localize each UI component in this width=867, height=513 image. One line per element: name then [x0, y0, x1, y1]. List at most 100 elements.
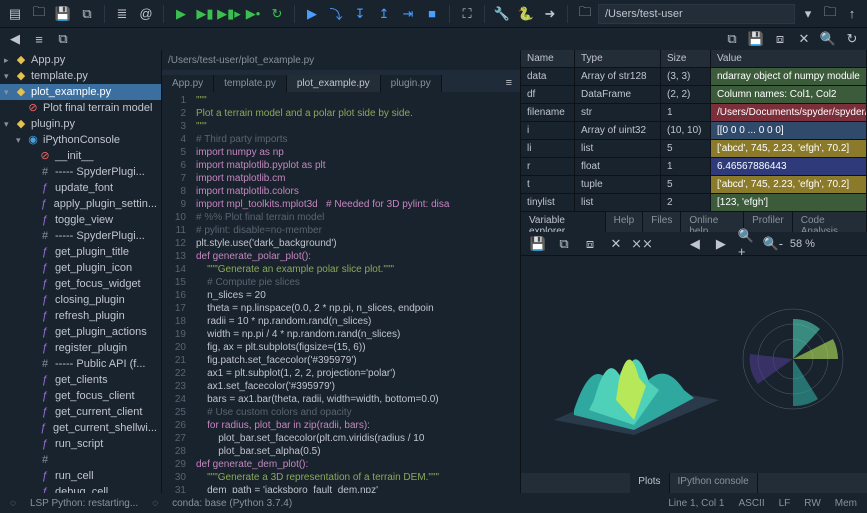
- outline-item[interactable]: ▾◆plot_example.py: [0, 84, 161, 100]
- copy-icon[interactable]: ⧉: [54, 30, 72, 48]
- outline-item[interactable]: ƒget_current_client: [0, 404, 161, 420]
- encoding-status[interactable]: ASCII: [738, 498, 764, 509]
- variable-row[interactable]: filenamestr1/Users/Documents/spyder/spyd…: [521, 104, 867, 122]
- step-into-icon[interactable]: ↧: [351, 5, 369, 23]
- panel-tab[interactable]: Online help: [681, 212, 744, 232]
- outline-item[interactable]: ▸◆App.py: [0, 52, 161, 68]
- cwd-browse-icon[interactable]: 🗀: [821, 5, 839, 23]
- maximize-icon[interactable]: ⛶: [458, 5, 476, 23]
- outline-item[interactable]: ƒget_focus_client: [0, 388, 161, 404]
- panel-tab[interactable]: Code Analysis: [793, 212, 867, 232]
- variable-row[interactable]: rfloat16.46567886443: [521, 158, 867, 176]
- outline-item[interactable]: ƒtoggle_view: [0, 212, 161, 228]
- right-tool-4-icon[interactable]: ✕: [795, 30, 813, 48]
- save-icon[interactable]: 💾: [54, 5, 72, 23]
- at-icon[interactable]: @: [137, 5, 155, 23]
- search-icon[interactable]: 🔍: [819, 30, 837, 48]
- zoom-in-icon[interactable]: 🔍+: [738, 235, 756, 253]
- refresh-icon[interactable]: ↻: [843, 30, 861, 48]
- panel-tab[interactable]: Help: [606, 212, 644, 232]
- outline-item[interactable]: ▾◉iPythonConsole: [0, 132, 161, 148]
- close-plot-icon[interactable]: ✕: [607, 235, 625, 253]
- new-file-icon[interactable]: ▤: [6, 5, 24, 23]
- outline-item[interactable]: ▾◆plugin.py: [0, 116, 161, 132]
- cwd-parent-icon[interactable]: ↑: [843, 5, 861, 23]
- bottom-tab[interactable]: Plots: [630, 473, 669, 493]
- lsp-status[interactable]: LSP Python: restarting...: [30, 498, 138, 509]
- editor-tab[interactable]: App.py: [162, 75, 214, 92]
- variable-row[interactable]: dfDataFrame(2, 2)Column names: Col1, Col…: [521, 86, 867, 104]
- code-editor[interactable]: 1234567891011121314151617181920212223242…: [162, 92, 520, 493]
- outline-item[interactable]: ƒapply_plugin_settin...: [0, 196, 161, 212]
- path-icon[interactable]: ➜: [541, 5, 559, 23]
- outline-item[interactable]: ƒclosing_plugin: [0, 292, 161, 308]
- variable-row[interactable]: ttuple5['abcd', 745, 2.23, 'efgh', 70.2]: [521, 176, 867, 194]
- col-size[interactable]: Size: [661, 50, 711, 68]
- outline-item[interactable]: ƒget_current_shellwi...: [0, 420, 161, 436]
- env-status[interactable]: conda: base (Python 3.7.4): [172, 498, 292, 509]
- outline-item[interactable]: #----- SpyderPlugi...: [0, 164, 161, 180]
- editor-menu-icon[interactable]: ≡: [498, 74, 520, 92]
- chevron-left-icon[interactable]: ◀: [6, 30, 24, 48]
- outline-item[interactable]: ƒget_plugin_title: [0, 244, 161, 260]
- outline-item[interactable]: ƒget_plugin_icon: [0, 260, 161, 276]
- outline-item[interactable]: #----- SpyderPlugi...: [0, 228, 161, 244]
- bottom-tab[interactable]: IPython console: [670, 473, 758, 493]
- outline-item[interactable]: ƒget_clients: [0, 372, 161, 388]
- outline-item[interactable]: ⊘__init__: [0, 148, 161, 164]
- next-plot-icon[interactable]: ▶: [712, 235, 730, 253]
- right-tool-2-icon[interactable]: 💾: [747, 30, 765, 48]
- working-directory-input[interactable]: [598, 4, 795, 24]
- prev-plot-icon[interactable]: ◀: [686, 235, 704, 253]
- close-all-plots-icon[interactable]: ⨯⨯: [633, 235, 651, 253]
- save-plot-icon[interactable]: 💾: [529, 235, 547, 253]
- outline-item[interactable]: ƒrefresh_plugin: [0, 308, 161, 324]
- wrench-icon[interactable]: 🔧: [493, 5, 511, 23]
- debug-icon[interactable]: ▶: [303, 5, 321, 23]
- outline-item[interactable]: ƒupdate_font: [0, 180, 161, 196]
- editor-tab[interactable]: plugin.py: [381, 75, 442, 92]
- outline-item[interactable]: ƒrun_cell: [0, 468, 161, 484]
- col-value[interactable]: Value: [711, 50, 867, 68]
- variable-row[interactable]: tinylistlist2[123, 'efgh']: [521, 194, 867, 212]
- run-icon[interactable]: ▶: [172, 5, 190, 23]
- eol-status[interactable]: LF: [779, 498, 791, 509]
- run-selection-icon[interactable]: ▶•: [244, 5, 262, 23]
- list-icon[interactable]: ≣: [113, 5, 131, 23]
- outline-item[interactable]: ƒget_plugin_actions: [0, 324, 161, 340]
- outline-item[interactable]: ƒdebug_cell: [0, 484, 161, 493]
- outline-item[interactable]: ▾◆template.py: [0, 68, 161, 84]
- editor-tab[interactable]: template.py: [214, 75, 287, 92]
- code-body[interactable]: """Plot a terrain model and a polar plot…: [192, 92, 520, 493]
- outline-item[interactable]: ƒregister_plugin: [0, 340, 161, 356]
- panel-tab[interactable]: Files: [643, 212, 681, 232]
- outline-item[interactable]: ƒget_focus_widget: [0, 276, 161, 292]
- outline-item[interactable]: ⊘Plot final terrain model: [0, 100, 161, 116]
- editor-tab[interactable]: plot_example.py: [287, 75, 381, 92]
- cwd-dropdown-icon[interactable]: ▾: [799, 5, 817, 23]
- copy-plot-icon[interactable]: ⧈: [581, 235, 599, 253]
- step-over-icon[interactable]: ⤵: [327, 5, 345, 23]
- col-type[interactable]: Type: [575, 50, 661, 68]
- run-cell-advance-icon[interactable]: ▶▮▸: [220, 5, 238, 23]
- open-folder-icon[interactable]: 🗀: [30, 5, 48, 23]
- panel-tab[interactable]: Variable explorer: [521, 212, 606, 232]
- outline-item[interactable]: ƒrun_script: [0, 436, 161, 452]
- right-tool-3-icon[interactable]: ⧈: [771, 30, 789, 48]
- run-cell-icon[interactable]: ▶▮: [196, 5, 214, 23]
- python-icon[interactable]: 🐍: [517, 5, 535, 23]
- right-tool-1-icon[interactable]: ⧉: [723, 30, 741, 48]
- step-out-icon[interactable]: ↥: [375, 5, 393, 23]
- stop-debug-icon[interactable]: ■: [423, 5, 441, 23]
- variable-row[interactable]: dataArray of str128(3, 3)ndarray object …: [521, 68, 867, 86]
- zoom-out-icon[interactable]: 🔍-: [764, 235, 782, 253]
- outline-item[interactable]: #: [0, 452, 161, 468]
- save-all-plots-icon[interactable]: ⧉: [555, 235, 573, 253]
- variable-row[interactable]: lilist5['abcd', 745, 2.23, 'efgh', 70.2]: [521, 140, 867, 158]
- continue-icon[interactable]: ⇥: [399, 5, 417, 23]
- save-all-icon[interactable]: ⧉: [78, 5, 96, 23]
- history-icon[interactable]: ≡: [30, 30, 48, 48]
- rerun-icon[interactable]: ↻: [268, 5, 286, 23]
- col-name[interactable]: Name: [521, 50, 575, 68]
- outline-item[interactable]: #----- Public API (f...: [0, 356, 161, 372]
